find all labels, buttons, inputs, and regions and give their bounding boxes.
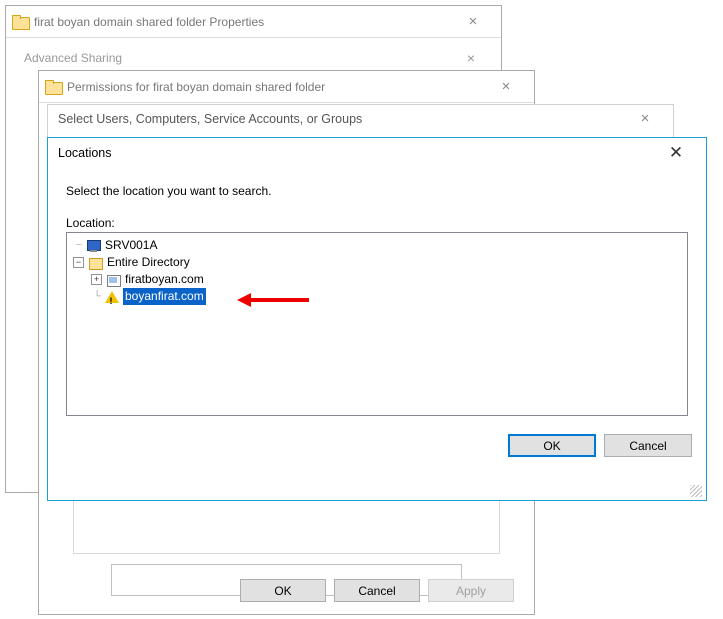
tree-connector: ┈ bbox=[73, 237, 85, 254]
close-icon[interactable]: × bbox=[484, 72, 528, 102]
expand-icon[interactable]: + bbox=[91, 274, 102, 285]
folder-icon bbox=[45, 80, 61, 94]
tree-item-domain-boyanfirat[interactable]: └ boyanfirat.com bbox=[73, 288, 681, 305]
close-icon[interactable]: × bbox=[451, 50, 491, 66]
resize-grip-icon[interactable] bbox=[690, 485, 702, 497]
computer-icon bbox=[86, 239, 102, 253]
location-tree[interactable]: ┈ SRV001A − Entire Directory + firatboya… bbox=[66, 232, 688, 416]
tree-label-selected: boyanfirat.com bbox=[123, 288, 206, 305]
locations-instruction: Select the location you want to search. bbox=[66, 184, 688, 198]
tree-label: Entire Directory bbox=[107, 254, 190, 271]
close-icon[interactable]: × bbox=[627, 104, 663, 134]
warning-icon bbox=[104, 290, 120, 304]
tree-label: firatboyan.com bbox=[125, 271, 204, 288]
close-icon[interactable]: ✕ bbox=[656, 138, 696, 168]
domain-icon bbox=[106, 273, 122, 287]
collapse-icon[interactable]: − bbox=[73, 257, 84, 268]
select-users-titlebar: Select Users, Computers, Service Account… bbox=[48, 105, 673, 133]
tree-label: SRV001A bbox=[105, 237, 157, 254]
select-users-title: Select Users, Computers, Service Account… bbox=[58, 112, 362, 126]
apply-button: Apply bbox=[428, 579, 514, 602]
ok-button[interactable]: OK bbox=[508, 434, 596, 457]
locations-titlebar: Locations ✕ bbox=[48, 138, 706, 168]
tree-item-computer[interactable]: ┈ SRV001A bbox=[73, 237, 681, 254]
tree-connector: └ bbox=[91, 288, 103, 305]
close-icon[interactable]: × bbox=[451, 7, 495, 37]
tree-item-domain-firatboyan[interactable]: + firatboyan.com bbox=[73, 271, 681, 288]
permissions-titlebar: Permissions for firat boyan domain share… bbox=[39, 71, 534, 103]
tree-item-entire-directory[interactable]: − Entire Directory bbox=[73, 254, 681, 271]
properties-titlebar: firat boyan domain shared folder Propert… bbox=[6, 6, 501, 38]
cancel-button[interactable]: Cancel bbox=[604, 434, 692, 457]
folder-icon bbox=[12, 15, 28, 29]
permissions-buttons: OK Cancel Apply bbox=[39, 579, 534, 602]
locations-buttons: OK Cancel bbox=[48, 424, 706, 469]
select-users-window: Select Users, Computers, Service Account… bbox=[47, 104, 674, 138]
locations-dialog: Locations ✕ Select the location you want… bbox=[47, 137, 707, 501]
location-label: Location: bbox=[66, 216, 688, 230]
cancel-button[interactable]: Cancel bbox=[334, 579, 420, 602]
permissions-title: Permissions for firat boyan domain share… bbox=[67, 80, 325, 94]
ok-button[interactable]: OK bbox=[240, 579, 326, 602]
properties-title: firat boyan domain shared folder Propert… bbox=[34, 15, 264, 29]
directory-icon bbox=[88, 256, 104, 270]
advanced-sharing-label: Advanced Sharing bbox=[24, 51, 122, 65]
locations-title: Locations bbox=[58, 146, 112, 160]
